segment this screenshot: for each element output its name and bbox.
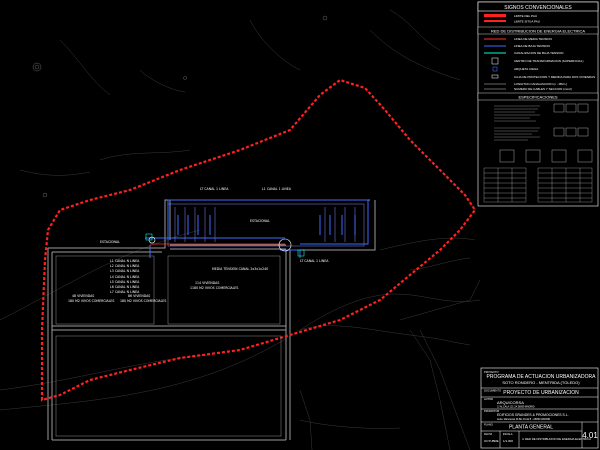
legend-red-item-5: CAJA DE PROTECCION Y MEDIDA PARA DOS VIV…: [514, 75, 595, 79]
lot-outlines: [55, 255, 282, 437]
specs-title: ESPECIFICACIONES: [518, 95, 557, 100]
lot-c-label: 114 VIVIENDAS: [195, 281, 219, 285]
estacional-label-2: ESTACIONAL: [250, 219, 270, 223]
lot-a-label: 48 VIVIENDAS: [72, 294, 94, 298]
title-block-promoter-sub: Avda. Manoteras 46 Bis Portal 5 - 28050 …: [497, 418, 550, 421]
legend-panel: SIGNOS CONVENCIONALES LIMITE DEL PAU LIM…: [477, 1, 599, 207]
title-block-plan-label: PLANO: [484, 423, 493, 427]
line-label-7: L7 CANAL N LINEA: [110, 290, 140, 294]
legend-red-item-2: CANALIZACION DE BAJA TENSION: [514, 51, 563, 55]
title-block-scale-label: ESCALA: [503, 433, 513, 436]
parking-block: [167, 203, 365, 247]
line-label-6: L6 CANAL N LINEA: [110, 285, 140, 289]
lot-b-sublabel: 180 M2 VIVOS COMERCIALES: [120, 299, 166, 303]
legend-red-item-6: LONGITUD CANALIZACION (n - MM L): [514, 82, 567, 86]
title-block-document-label: DOCUMENTO: [484, 389, 501, 393]
title-block-date: OCTUBRE: [484, 439, 499, 443]
terrain-lines: [0, 9, 481, 450]
title-block-plan-title2: 4. RED DE DISTRIBUCION DE ENERGIA ELECTR…: [522, 437, 591, 441]
title-block-date-label: FECHA: [484, 433, 493, 436]
legend-red-item-7: NUMERO DE CABLES Y SECCION (mm2): [514, 87, 572, 91]
title-block-author: ARQUICORSA: [497, 400, 524, 405]
street-outlines: [47, 199, 376, 441]
title-block-promoter: EDIFICIOS GRANDES & PROMOCIONES S.L.: [497, 413, 569, 417]
title-block-author-label: AUTOR: [484, 397, 493, 401]
title-block-plan: PLANTA GENERAL: [509, 425, 553, 431]
mt-label: MEDIA TENSION CANAL 2x3x1x240: [212, 267, 268, 271]
top-label-b: L1 CANAL 1 LINEA: [262, 187, 292, 191]
legend-item-0: LIMITE DEL PAU: [514, 14, 537, 18]
lot-a-sublabel: 180 M2 VIVOS COMERCIALES: [68, 299, 114, 303]
drawing-canvas[interactable]: ESTACIONAL ESTACIONAL 48 VIVIENDAS 180 M…: [0, 0, 600, 450]
legend-red-item-0: LINEA DE MEDIA TENSION: [514, 37, 552, 41]
title-block: PROYECTO PROGRAMA DE ACTUACION URBANIZAD…: [480, 367, 598, 449]
line-label-3: L3 CANAL N LINEA: [110, 269, 140, 273]
estacional-label: ESTACIONAL: [100, 240, 120, 244]
ct-label: LT CANAL 1 LINEA: [300, 259, 329, 263]
lot-c-sublabel: 1180 M2 VIVOS COMERCIALES: [190, 286, 238, 290]
line-label-1: L1 CANAL N LINEA: [110, 259, 140, 263]
title-block-scale: 1/1.000: [503, 439, 513, 443]
legend-title: SIGNOS CONVENCIONALES: [504, 5, 572, 11]
legend-section-title: RED DE DISTRIBUCION DE ENERGIA ELECTRICA: [491, 29, 585, 34]
cad-viewport[interactable]: ESTACIONAL ESTACIONAL 48 VIVIENDAS 180 M…: [0, 0, 600, 450]
line-label-4: L4 CANAL N LINEA: [110, 275, 140, 279]
title-block-document: PROYECTO DE URBANIZACION: [503, 390, 579, 396]
title-block-location: SOTO RONDERO - MENTRIDA (TOLEDO): [502, 380, 580, 385]
top-label-a: LT CANAL 1 LINEA: [200, 187, 229, 191]
lot-b-label: 86 VIVIENDAS: [128, 294, 150, 298]
legend-item-1: LIMITE SITUA PAU: [514, 20, 540, 24]
line-label-5: L5 CANAL N LINEA: [110, 280, 140, 284]
title-block-author-sub: C/ ALCALA 121 2A 28009 MADRID: [497, 406, 535, 409]
legend-red-item-1: LINEA DE BAJA TENSION: [514, 44, 550, 48]
line-label-2: L2 CANAL N LINEA: [110, 264, 140, 268]
legend-red-item-4: ARQUETA CIEGA: [514, 67, 538, 71]
legend-red-item-3: CENTRO DE TRANSFORMACION (SUPERFICIAL): [514, 59, 583, 63]
